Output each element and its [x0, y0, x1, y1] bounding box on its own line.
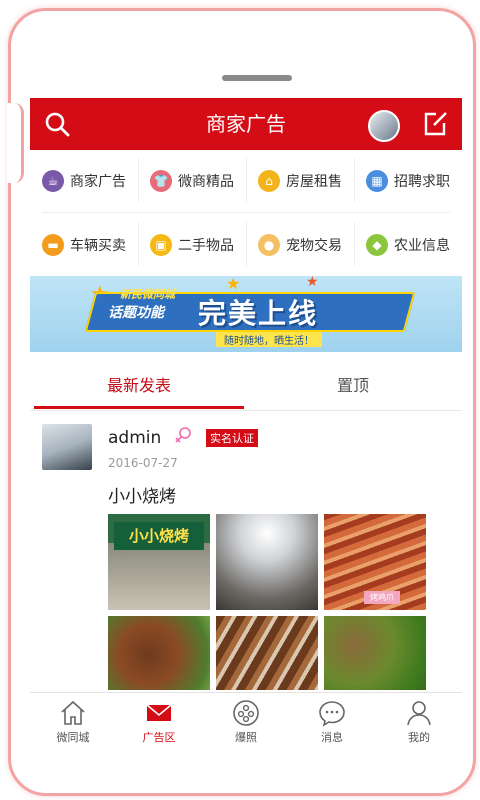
category-label: 商家广告: [70, 174, 126, 190]
phone-side-button: [7, 103, 24, 183]
post-photo[interactable]: 小小烧烤: [108, 514, 210, 610]
star-icon: ★: [306, 274, 319, 290]
nav-messages[interactable]: 消息: [289, 693, 375, 751]
nav-home[interactable]: 微同城: [30, 693, 116, 751]
nav-profile[interactable]: 我的: [376, 693, 462, 751]
user-avatar[interactable]: [368, 110, 400, 142]
banner-feature: 话题功能: [108, 305, 164, 321]
nav-label: 爆照: [235, 731, 257, 744]
banner-brand: 新民微同城: [120, 288, 175, 301]
chat-icon: [319, 701, 345, 727]
shirt-icon: 👕: [150, 170, 172, 192]
shop-sign-text: 小小烧烤: [114, 522, 204, 550]
post-photo[interactable]: [324, 616, 426, 690]
post-text: 小小烧烤: [108, 487, 176, 507]
nav-ads[interactable]: 广告区: [116, 693, 202, 751]
banner-subline: 随时随地，晒生活！: [216, 332, 322, 347]
home-icon: [61, 700, 85, 725]
post-avatar[interactable]: [42, 424, 92, 470]
mail-icon: [146, 704, 172, 721]
photo-tag: 烤鸡爪: [364, 591, 400, 604]
star-icon: ★: [226, 274, 241, 293]
category-label: 房屋租售: [286, 174, 342, 190]
post-photo[interactable]: [108, 616, 210, 690]
tab-pinned[interactable]: 置顶: [248, 364, 458, 408]
nav-label: 我的: [408, 731, 430, 744]
category-pets[interactable]: ● 宠物交易: [246, 216, 354, 274]
category-shop-ads[interactable]: ☕ 商家广告: [30, 152, 138, 210]
user-icon: [407, 701, 431, 726]
house-icon: ⌂: [258, 170, 280, 192]
post-photo[interactable]: [216, 616, 318, 690]
tractor-icon: ◆: [366, 234, 388, 256]
phone-speaker: [222, 75, 292, 81]
camera-icon: [233, 700, 259, 726]
nav-label: 消息: [321, 731, 343, 744]
post-photo[interactable]: [216, 514, 318, 610]
post-username[interactable]: admin: [108, 428, 161, 448]
category-label: 农业信息: [394, 238, 450, 254]
tab-active-indicator: [34, 406, 244, 409]
car-icon: ▬: [42, 234, 64, 256]
edit-icon[interactable]: [422, 111, 448, 137]
category-secondhand[interactable]: ▣ 二手物品: [138, 216, 246, 274]
verified-badge: 实名认证: [206, 429, 258, 447]
category-microshop[interactable]: 👕 微商精品: [138, 152, 246, 210]
nav-label: 广告区: [142, 731, 176, 744]
category-grid: ☕ 商家广告 👕 微商精品 ⌂ 房屋租售 ▦ 招聘求职 ▬ 车辆买卖 ▣ 二手物…: [30, 150, 462, 276]
category-cars[interactable]: ▬ 车辆买卖: [30, 216, 138, 274]
category-label: 招聘求职: [394, 174, 450, 190]
category-label: 微商精品: [178, 174, 234, 190]
category-label: 车辆买卖: [70, 238, 126, 254]
post-photo[interactable]: 烤鸡爪: [324, 514, 426, 610]
shop-icon: ☕: [42, 170, 64, 192]
post-date: 2016-07-27: [108, 456, 178, 470]
category-label: 宠物交易: [286, 238, 342, 254]
female-icon: [175, 427, 191, 443]
bag-icon: ▣: [150, 234, 172, 256]
top-bar: 商家广告: [30, 98, 462, 150]
bottom-nav: 微同城 广告区 爆照 消息 我的: [30, 692, 462, 751]
feed-tabs: 最新发表 置顶: [30, 364, 462, 411]
tab-latest[interactable]: 最新发表: [34, 364, 244, 408]
banner-headline: 完美上线: [198, 297, 319, 330]
category-housing[interactable]: ⌂ 房屋租售: [246, 152, 354, 210]
duck-icon: ●: [258, 234, 280, 256]
nav-label: 微同城: [56, 731, 90, 744]
promo-banner[interactable]: ★ ★ ★ 新民微同城 话题功能 完美上线 随时随地，晒生活！: [30, 274, 462, 352]
category-label: 二手物品: [178, 238, 234, 254]
category-jobs[interactable]: ▦ 招聘求职: [354, 152, 462, 210]
nav-photos[interactable]: 爆照: [203, 693, 289, 751]
app-screen: 商家广告 ☕ 商家广告 👕 微商精品 ⌂ 房屋租售 ▦ 招聘求职 ▬ 车辆买卖 …: [30, 98, 462, 690]
grid-icon: ▦: [366, 170, 388, 192]
category-agriculture[interactable]: ◆ 农业信息: [354, 216, 462, 274]
